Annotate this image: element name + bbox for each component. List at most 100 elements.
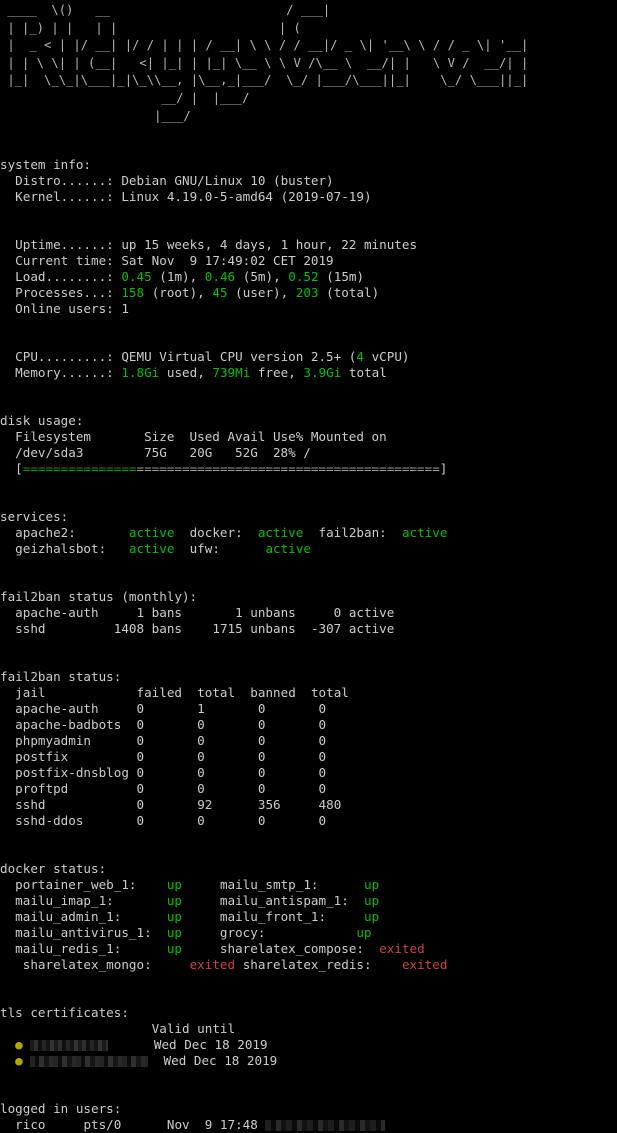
fail2ban-monthly-heading: fail2ban status (monthly): — [0, 589, 198, 605]
jail-failed: 0 — [136, 717, 145, 733]
memory-label: Memory......: — [15, 365, 114, 381]
banner-line-4: | | \ \| | (__| <| |_| | |_| \__ \ \ V /… — [0, 55, 529, 70]
container-name: mailu_front_1: — [219, 909, 327, 925]
load-5m-value: 0.46 — [204, 269, 236, 285]
docker-row: mailu_imap_1: up mailu_antispam_1: up — [15, 893, 379, 908]
container-status: up — [166, 909, 182, 925]
disk-bar-filled: =============== — [22, 461, 137, 477]
uptime-value: up 15 weeks, 4 days, 1 hour, 22 minutes — [121, 237, 418, 253]
service-status-geizhalsbot: active — [128, 541, 175, 557]
container-name: sharelatex_mongo: — [22, 957, 152, 973]
services-heading: services: — [0, 509, 69, 525]
login-tty: pts/0 — [83, 1117, 122, 1133]
login-time: Nov 9 17:48 — [166, 1117, 258, 1133]
tls-cert-bullet-icon: ● — [15, 1037, 23, 1053]
disk-table-header: Filesystem Size Used Avail Use% Mounted … — [15, 429, 387, 445]
pad — [387, 525, 402, 540]
online-users-label: Online users: — [15, 301, 114, 317]
container-name: sharelatex_compose: — [219, 941, 364, 957]
container-status: up — [166, 893, 182, 909]
docker-row: sharelatex_mongo: exited sharelatex_redi… — [15, 957, 448, 973]
system-info-heading: system info: — [0, 157, 91, 173]
jail-failed-total: 92 — [197, 797, 213, 813]
container-name: mailu_redis_1: — [15, 941, 122, 957]
distro-value: Debian GNU/Linux 10 (buster) — [121, 173, 334, 189]
processes-total-unit: (total) — [326, 285, 380, 301]
jail-banned-total: 0 — [318, 813, 327, 829]
jail-name: sshd — [15, 797, 46, 813]
tls-cert-valid-until: Wed Dec 18 2019 — [163, 1053, 278, 1069]
disk-bar-close-bracket: ] — [439, 461, 448, 477]
service-name-geizhalsbot: geizhalsbot: — [15, 541, 107, 557]
docker-row: mailu_redis_1: up sharelatex_compose: ex… — [15, 941, 424, 956]
container-status: exited — [401, 957, 448, 973]
container-name: mailu_imap_1: — [15, 893, 114, 909]
container-status: up — [364, 877, 380, 893]
memory-used-value: 1.8Gi — [121, 365, 160, 381]
jail-banned: 356 — [257, 797, 281, 813]
pad — [243, 525, 258, 540]
uptime-label: Uptime......: — [15, 237, 114, 253]
current-time-value: Sat Nov 9 17:49:02 CET 2019 — [121, 253, 334, 269]
jail-name: apache-badbots — [15, 717, 122, 733]
col-jail: jail — [15, 685, 46, 701]
banner-line-5: |_| \_\_|\___|_|\_\\__, |\__,_|___/ \_/ … — [0, 73, 529, 88]
fail2ban-table-header: jail failed total banned total — [15, 685, 349, 700]
tls-cert-valid-until: Wed Dec 18 2019 — [153, 1037, 268, 1053]
tls-cert-domain-redacted — [30, 1040, 109, 1052]
load-5m-unit: (5m), — [242, 269, 281, 285]
jail-failed-total: 0 — [197, 765, 205, 781]
online-users-value: 1 — [121, 301, 129, 317]
motd-body: system info: Distro......: Debian GNU/Li… — [0, 125, 617, 1133]
disk-bar-empty: ======================================== — [136, 461, 440, 477]
disk-usage-heading: disk usage: — [0, 413, 84, 429]
table-row: apache-badbots 0 0 0 0 — [15, 717, 326, 732]
load-15m-value: 0.52 — [288, 269, 319, 285]
tls-cert-bullet-icon: ● — [15, 1053, 23, 1069]
service-name-apache2: apache2: — [15, 525, 76, 541]
memory-total-text: total — [348, 365, 387, 381]
f2bm-jail: apache-auth — [15, 605, 99, 621]
jail-banned-total: 0 — [318, 749, 327, 765]
jail-failed: 0 — [136, 765, 145, 781]
jail-banned: 0 — [257, 701, 266, 717]
jail-banned-total: 480 — [318, 797, 342, 813]
docker-row: mailu_admin_1: up mailu_front_1: up — [15, 909, 379, 924]
container-status: up — [166, 877, 183, 893]
jail-failed: 0 — [136, 733, 145, 749]
table-row: sshd 0 92 356 480 — [15, 797, 341, 812]
jail-banned: 0 — [257, 781, 266, 797]
jail-failed-total: 0 — [197, 749, 205, 765]
jail-banned: 0 — [257, 765, 266, 781]
jail-banned: 0 — [257, 733, 266, 749]
banner-line-2: | |_) | | | | | ( — [0, 20, 301, 35]
kernel-label: Kernel......: — [15, 189, 114, 205]
load-1m-unit: (1m), — [159, 269, 198, 285]
jail-banned: 0 — [257, 813, 266, 829]
table-row: sshd-ddos 0 0 0 0 — [15, 813, 326, 828]
container-name: mailu_admin_1: — [15, 909, 122, 925]
processes-user-value: 45 — [212, 285, 228, 301]
jail-failed: 0 — [136, 781, 145, 797]
jail-banned-total: 0 — [318, 701, 327, 717]
login-user: rico — [15, 1117, 46, 1133]
processes-total-value: 203 — [295, 285, 319, 301]
table-row: proftpd 0 0 0 0 — [15, 781, 326, 796]
pad — [220, 541, 266, 556]
f2bm-jail: sshd — [15, 621, 46, 637]
service-name-ufw: ufw: — [189, 541, 220, 557]
load-15m-unit: (15m) — [326, 269, 365, 285]
cpu-model: QEMU Virtual CPU version 2.5+ ( — [121, 349, 357, 365]
processes-root-unit: (root), — [151, 285, 205, 301]
cpu-core-count: 4 — [356, 349, 364, 365]
logged-in-users-heading: logged in users: — [0, 1101, 122, 1117]
jail-name: sshd-ddos — [15, 813, 84, 829]
fail2ban-monthly-row: apache-auth 1 bans 1 unbans 0 active — [15, 605, 394, 620]
service-status-fail2ban: active — [401, 525, 448, 541]
memory-free-text: free, — [257, 365, 296, 381]
table-row: postfix-dnsblog 0 0 0 0 — [15, 765, 326, 780]
container-status: exited — [379, 941, 425, 957]
cpu-core-suffix: vCPU) — [363, 349, 410, 365]
jail-failed-total: 0 — [197, 717, 205, 733]
jail-failed-total: 1 — [197, 701, 205, 717]
